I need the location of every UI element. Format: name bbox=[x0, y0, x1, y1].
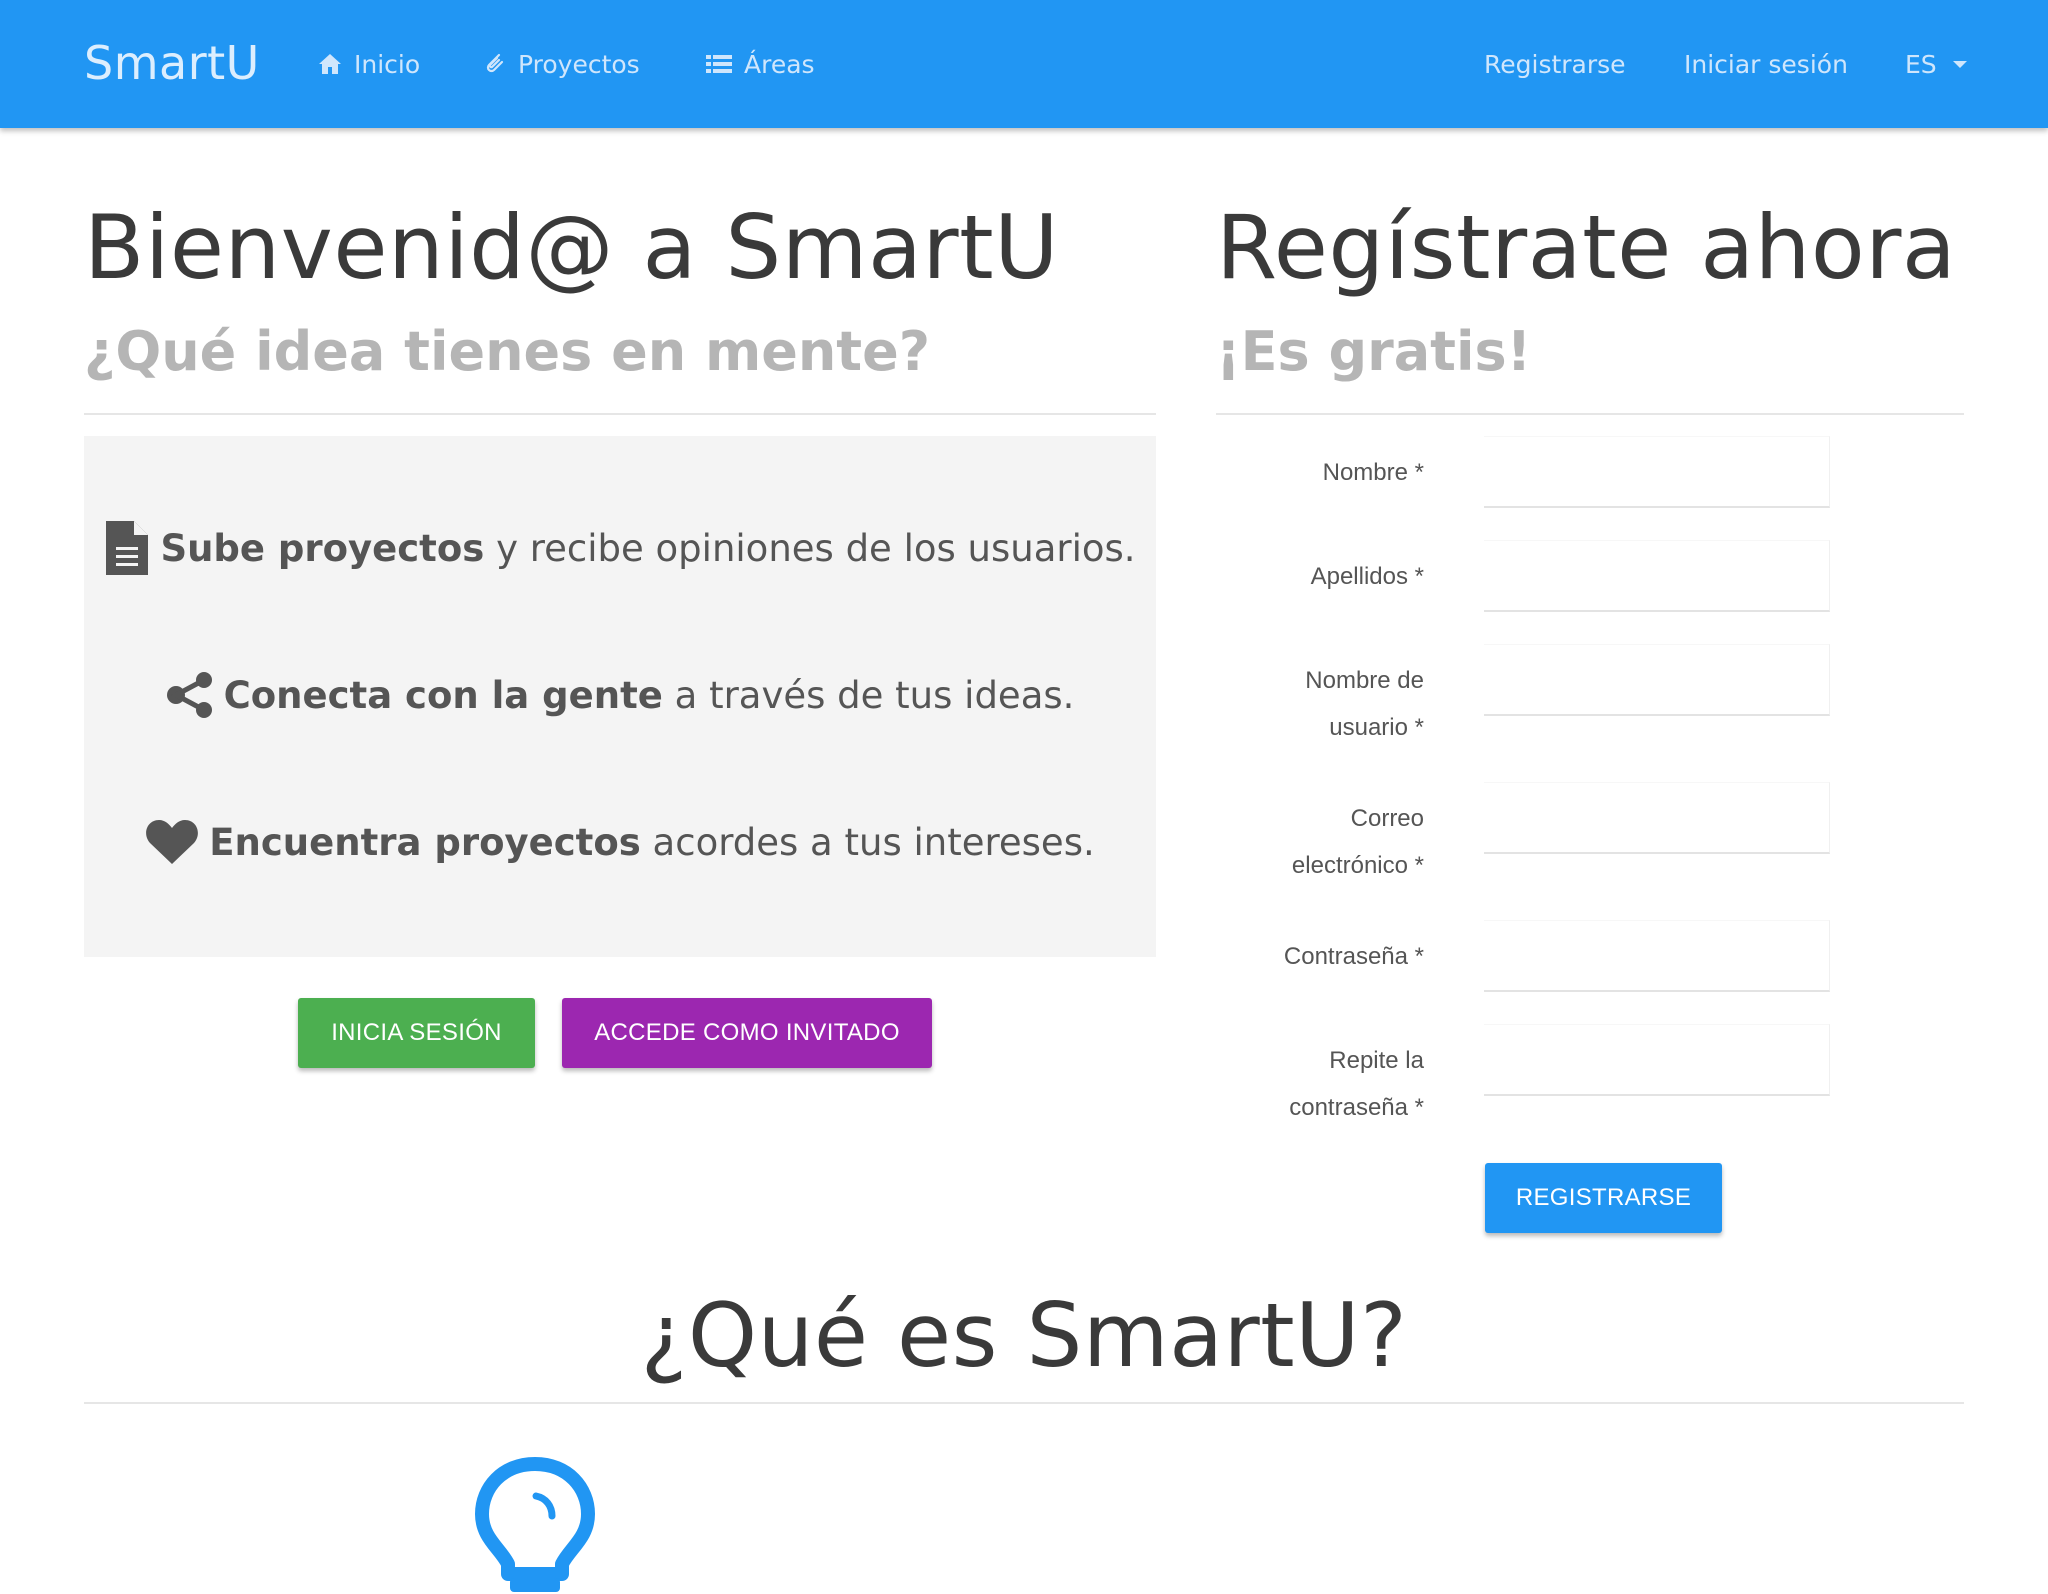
home-icon bbox=[319, 54, 341, 74]
heart-icon bbox=[146, 820, 199, 864]
about-title: ¿Qué es SmartU? bbox=[640, 1284, 1408, 1387]
label-password: Contraseña * bbox=[1283, 943, 1424, 970]
nombre-field[interactable] bbox=[1484, 436, 1830, 508]
nav-register-label: Registrarse bbox=[1484, 49, 1626, 79]
divider bbox=[84, 413, 1156, 415]
lightbulb-icon bbox=[475, 1457, 595, 1592]
apellidos-field[interactable] bbox=[1484, 540, 1830, 612]
register-title: Regístrate ahora bbox=[1216, 196, 1957, 299]
nav-login-label: Iniciar sesión bbox=[1684, 49, 1848, 79]
email-field[interactable] bbox=[1484, 782, 1830, 854]
login-button[interactable]: INICIA SESIÓN bbox=[298, 998, 535, 1068]
feature-connect: Conecta con la gente a través de tus ide… bbox=[84, 665, 1156, 725]
features-panel: Sube proyectos y recibe opiniones de los… bbox=[84, 436, 1156, 957]
guest-access-button[interactable]: ACCEDE COMO INVITADO bbox=[562, 998, 932, 1068]
label-usuario: Nombre de usuario * bbox=[1305, 667, 1424, 741]
nav-item-inicio[interactable]: Inicio bbox=[318, 46, 420, 82]
share-icon bbox=[166, 672, 212, 718]
paperclip-icon bbox=[486, 53, 504, 73]
nav-register-link[interactable]: Registrarse bbox=[1484, 46, 1626, 82]
welcome-subtitle: ¿Qué idea tienes en mente? bbox=[84, 320, 931, 383]
label-repeat-password: Repite la contraseña * bbox=[1289, 1047, 1424, 1121]
nav-item-label: Áreas bbox=[744, 49, 815, 79]
feature-text: Sube proyectos y recibe opiniones de los… bbox=[160, 526, 1136, 570]
welcome-title: Bienvenid@ a SmartU bbox=[84, 196, 1060, 299]
nav-item-label: Inicio bbox=[354, 49, 421, 79]
divider bbox=[1216, 413, 1964, 415]
label-correo: Correo electrónico * bbox=[1291, 805, 1424, 879]
nav-item-label: Proyectos bbox=[518, 49, 640, 79]
label-nombre: Nombre * bbox=[1322, 459, 1424, 486]
language-label: ES bbox=[1905, 49, 1937, 79]
label-apellidos: Apellidos * bbox=[1310, 563, 1424, 590]
feature-text: Conecta con la gente a través de tus ide… bbox=[223, 673, 1075, 717]
repeat-password-field[interactable] bbox=[1484, 1024, 1830, 1096]
caret-down-icon bbox=[1952, 60, 1967, 68]
top-navbar: SmartU Inicio Proyectos Áreas Registrars… bbox=[0, 0, 2048, 128]
document-icon bbox=[106, 521, 149, 575]
feature-text: Encuentra proyectos acordes a tus intere… bbox=[209, 820, 1095, 864]
register-subtitle: ¡Es gratis! bbox=[1216, 320, 1532, 383]
language-dropdown[interactable]: ES bbox=[1905, 46, 1967, 82]
register-submit-button[interactable]: REGISTRARSE bbox=[1485, 1163, 1722, 1233]
nav-login-link[interactable]: Iniciar sesión bbox=[1684, 46, 1848, 82]
brand-logo[interactable]: SmartU bbox=[84, 36, 260, 90]
username-field[interactable] bbox=[1484, 644, 1830, 716]
nav-item-proyectos[interactable]: Proyectos bbox=[484, 46, 640, 82]
feature-find: Encuentra proyectos acordes a tus intere… bbox=[84, 812, 1156, 872]
feature-upload: Sube proyectos y recibe opiniones de los… bbox=[84, 518, 1156, 578]
password-field[interactable] bbox=[1484, 920, 1830, 992]
divider bbox=[84, 1402, 1964, 1404]
nav-item-areas[interactable]: Áreas bbox=[706, 46, 815, 82]
list-icon bbox=[706, 55, 732, 73]
